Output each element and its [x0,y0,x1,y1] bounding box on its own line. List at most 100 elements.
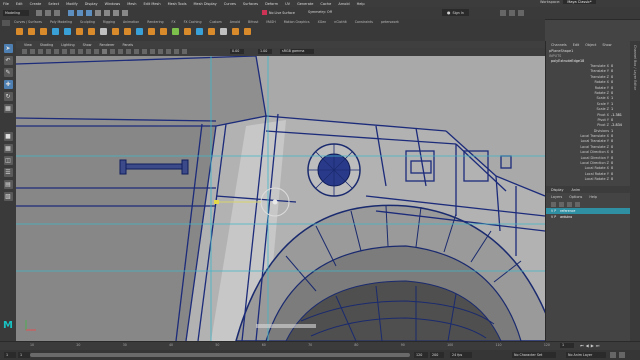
layout-icon[interactable]: ▧ [3,192,13,201]
menu-item[interactable]: Edit [16,2,23,6]
open-scene-icon[interactable] [45,10,51,16]
shelf-tool-icon[interactable] [244,28,251,35]
screen-space-ao-icon[interactable] [142,49,147,54]
exposure-field[interactable]: 0.00 [230,49,244,54]
snap-curve-icon[interactable] [104,10,110,16]
anim-prefs-icon[interactable] [619,352,625,358]
shelf-tool-icon[interactable] [172,28,179,35]
go-to-start-icon[interactable]: ⏮ [580,343,584,348]
select-tool-icon[interactable]: ➤ [3,44,13,53]
shelf-tool-icon[interactable] [196,28,203,35]
outliner-view-icon[interactable]: ☰ [3,168,13,177]
shelf-settings-icon[interactable] [2,20,10,26]
wireframe-on-shaded-icon[interactable] [110,49,115,54]
shelf-tab[interactable]: Motion Graphics [284,20,310,24]
channel-box-tab[interactable]: Show [602,43,611,47]
side-tab-channel-box[interactable]: Channel Box / Layer Editor [633,45,637,90]
character-set-dropdown[interactable]: No Character Set [512,352,556,358]
film-gate-icon[interactable] [54,49,59,54]
shelf-tool-icon[interactable] [28,28,35,35]
shelf-tool-icon[interactable] [64,28,71,35]
shelf-tool-icon[interactable] [184,28,191,35]
shelf-tab[interactable]: nClothIt [334,20,347,24]
channel-box-tab[interactable]: Edit [573,43,580,47]
snap-view-icon[interactable] [122,10,128,16]
shelf-tool-icon[interactable] [208,28,215,35]
menu-item[interactable]: UV [285,2,290,6]
shelf-tab[interactable]: Rigging [103,20,115,24]
shelf-tab[interactable]: Arnold [230,20,240,24]
play-forward-icon[interactable]: ▶ [591,343,594,348]
shelf-tab[interactable]: Animation [123,20,139,24]
layer-menu-item[interactable]: Options [569,195,582,199]
shelf-tool-icon[interactable] [88,28,95,35]
bookmark-icon[interactable] [30,49,35,54]
depth-of-field-icon[interactable] [166,49,171,54]
grid-toggle-icon[interactable] [46,49,51,54]
shelf-tool-icon[interactable] [148,28,155,35]
symmetry-field[interactable]: Symmetry: Off [308,10,332,14]
isolate-select-icon[interactable] [174,49,179,54]
new-layer-icon[interactable] [567,201,572,207]
shelf-tab[interactable]: FX [172,20,176,24]
resolution-gate-icon[interactable] [62,49,67,54]
panel-menu-item[interactable]: Show [83,43,92,47]
auto-key-icon[interactable] [610,352,616,358]
layer-visibility-flags[interactable]: V P [551,215,556,219]
menu-item[interactable]: File [3,2,9,6]
anim-layer-dropdown[interactable]: No Anim Layer [566,352,606,358]
sign-in-button[interactable]: ● Sign In [442,9,469,16]
graph-view-icon[interactable]: ▤ [3,180,13,189]
xray-icon[interactable] [182,49,187,54]
menu-item[interactable]: Mesh Tools [168,2,187,6]
panel-menu-item[interactable]: Lighting [61,43,74,47]
menu-item[interactable]: Edit Mesh [143,2,160,6]
end-frame-field[interactable]: 200 [430,352,444,358]
rotate-tool-icon[interactable]: ↻ [3,92,13,101]
range-slider[interactable] [30,353,410,357]
save-scene-icon[interactable] [54,10,60,16]
go-to-end-icon[interactable]: ⏭ [596,343,600,348]
shelf-tool-icon[interactable] [112,28,119,35]
select-object-icon[interactable] [77,10,83,16]
shelf-tab[interactable]: Curves / Surfaces [14,20,42,24]
shelf-tool-icon[interactable] [160,28,167,35]
gate-mask-icon[interactable] [70,49,75,54]
manipulator-center[interactable] [272,199,278,205]
shelf-tab[interactable]: Rendering [147,20,163,24]
menu-item[interactable]: Create [30,2,42,6]
four-view-icon[interactable]: ▦ [3,144,13,153]
workspace-value[interactable]: Maya Classic* [563,0,596,4]
shadows-icon[interactable] [134,49,139,54]
step-back-icon[interactable]: ◀ [586,343,589,348]
layer-row[interactable]: V P arduino [546,214,631,220]
channel-box-tab[interactable]: Object [585,43,596,47]
move-layer-up-icon[interactable] [551,201,556,207]
image-plane-icon[interactable] [38,49,43,54]
viewport-panel[interactable] [16,56,545,341]
layer-menu-item[interactable]: Help [589,195,597,199]
layer-editor-tab[interactable]: Display [551,188,564,192]
workspace-selector[interactable]: Workspace: Maya Classic* [540,0,603,4]
shelf-tab[interactable]: MASH [266,20,275,24]
anti-alias-icon[interactable] [158,49,163,54]
menu-item[interactable]: Surfaces [243,2,258,6]
shelf-tool-icon[interactable] [100,28,107,35]
range-end-field[interactable]: 120 [414,352,428,358]
shelf-tab[interactable]: FX Caching [184,20,202,24]
current-frame-field[interactable]: 1 [560,343,574,348]
channel-box-tab[interactable]: Channels [551,43,567,47]
lasso-tool-icon[interactable]: ↶ [3,56,13,65]
shelf-tab[interactable]: Sculpting [80,20,95,24]
shelf-tab[interactable]: XGen [318,20,327,24]
menu-item[interactable]: Curves [224,2,236,6]
gamma-field[interactable]: 1.00 [258,49,272,54]
paint-select-icon[interactable]: ✎ [3,68,13,77]
textured-icon[interactable] [118,49,123,54]
camera-attr-icon[interactable] [22,49,27,54]
channel-attribute-row[interactable]: Local Rotate Z0 [546,177,625,182]
new-layer-selected-icon[interactable] [575,201,580,207]
shelf-tab[interactable]: Custom [209,20,221,24]
render-settings-icon[interactable] [500,10,506,16]
menu-item[interactable]: Mesh Display [194,2,217,6]
